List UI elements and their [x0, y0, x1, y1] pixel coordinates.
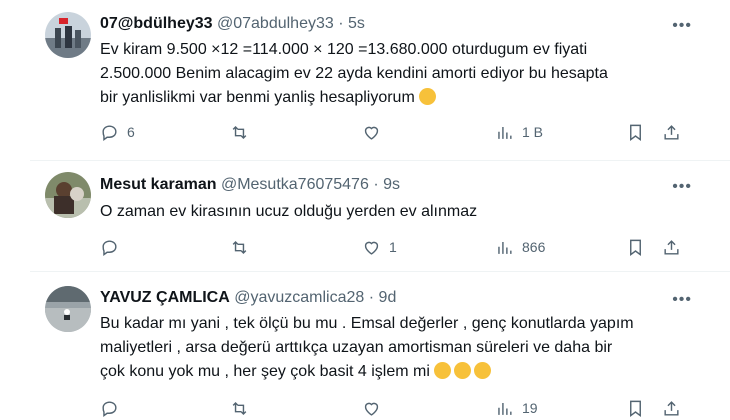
bookmark-button[interactable]: [626, 122, 645, 142]
bookmark-button[interactable]: [626, 237, 645, 257]
share-icon: [664, 124, 679, 140]
timestamp[interactable]: 9d: [379, 289, 397, 306]
grinning-face-emoji-icon: [434, 362, 452, 379]
view-count: 1 B: [522, 124, 544, 140]
heart-icon: [364, 126, 379, 140]
author-name[interactable]: Mesut karaman: [100, 176, 217, 193]
author-handle[interactable]: @07abdulhey33: [217, 15, 334, 32]
grinning-face-emoji-icon: [474, 362, 492, 379]
tweet-2[interactable]: Mesut karaman @Mesutka76075476 · 9s ••• …: [0, 161, 730, 271]
tweet-1[interactable]: 07@bdülhey33 @07abdulhey33 · 5s ••• Ev k…: [0, 0, 730, 160]
reply-button[interactable]: [100, 237, 127, 257]
reply-icon: [102, 124, 117, 141]
tweet-3[interactable]: YAVUZ ÇAMLICA @yavuzcamlica28 · 9d ••• B…: [0, 272, 730, 420]
like-count: 1: [389, 239, 397, 255]
more-options-icon[interactable]: •••: [672, 177, 692, 197]
heart-icon: [364, 241, 379, 255]
tweet-text-line: Bu kadar mı yani , tek ölçü bu mu . Emsa…: [100, 315, 634, 332]
like-button[interactable]: [362, 122, 389, 142]
tweet-text-line: bir yanlislikmi var benmi yanliş hesapli…: [100, 89, 415, 106]
retweet-icon: [232, 240, 247, 254]
share-icon: [664, 239, 679, 255]
more-options-icon[interactable]: •••: [672, 16, 692, 36]
more-options-icon[interactable]: •••: [672, 290, 692, 310]
tweet-text: Ev kiram 9.500 ×12 =114.000 × 120 =13.68…: [100, 38, 690, 110]
action-bar: 6 1 B: [100, 122, 690, 142]
avatar[interactable]: [45, 172, 91, 218]
heart-icon: [364, 402, 379, 416]
avatar[interactable]: [45, 286, 91, 332]
views-chart-icon: [498, 241, 512, 254]
retweet-icon: [232, 401, 247, 415]
like-button[interactable]: [362, 398, 389, 418]
timestamp[interactable]: 5s: [348, 15, 365, 32]
share-button[interactable]: [662, 237, 681, 257]
author-handle[interactable]: @yavuzcamlica28: [234, 289, 364, 306]
share-button[interactable]: [662, 398, 681, 418]
share-button[interactable]: [662, 122, 681, 142]
reply-icon: [102, 400, 117, 417]
retweet-button[interactable]: [230, 122, 257, 142]
reply-icon: [102, 239, 117, 256]
tweet-text-line: çok konu yok mu , her şey çok basit 4 iş…: [100, 363, 430, 380]
thinking-face-emoji-icon: [419, 88, 437, 105]
avatar[interactable]: [45, 12, 91, 58]
view-count: 866: [522, 239, 546, 255]
separator-dot: ·: [368, 289, 375, 306]
separator-dot: ·: [338, 15, 344, 32]
bookmark-icon: [630, 400, 641, 417]
tweet-text-line: Ev kiram 9.500 ×12 =114.000 × 120 =13.68…: [100, 41, 588, 58]
reply-count: 6: [127, 124, 135, 140]
bookmark-icon: [630, 239, 641, 256]
timestamp[interactable]: 9s: [383, 176, 400, 193]
retweet-icon: [232, 125, 247, 139]
retweet-button[interactable]: [230, 398, 257, 418]
bookmark-button[interactable]: [626, 398, 645, 418]
author-handle[interactable]: @Mesutka76075476: [221, 176, 369, 193]
reply-button[interactable]: 6: [100, 122, 135, 142]
author-name[interactable]: 07@bdülhey33: [100, 15, 213, 32]
tweet-text: O zaman ev kirasının ucuz olduğu yerden …: [100, 200, 690, 224]
action-bar: 19: [100, 398, 690, 418]
like-button[interactable]: 1: [362, 237, 397, 257]
separator-dot: ·: [373, 176, 379, 193]
view-count: 19: [522, 400, 538, 416]
grinning-face-emoji-icon: [454, 362, 472, 379]
bookmark-icon: [630, 124, 641, 141]
tweet-text-line: maliyetleri , arsa değerü arttıkça uzaya…: [100, 339, 613, 356]
views-chart-icon: [498, 126, 512, 139]
tweet-text-line: 2.500.000 Benim alacagim ev 22 ayda kend…: [100, 65, 608, 82]
tweet-text-line: O zaman ev kirasının ucuz olduğu yerden …: [100, 203, 478, 220]
action-bar: 1 866: [100, 237, 690, 257]
share-icon: [664, 400, 679, 416]
views-button[interactable]: 19: [495, 398, 538, 418]
views-button[interactable]: 866: [495, 237, 545, 257]
reply-button[interactable]: [100, 398, 127, 418]
retweet-button[interactable]: [230, 237, 257, 257]
author-name[interactable]: YAVUZ ÇAMLICA: [100, 289, 230, 306]
views-button[interactable]: 1 B: [495, 122, 543, 142]
tweet-text: Bu kadar mı yani , tek ölçü bu mu . Emsa…: [100, 312, 690, 384]
views-chart-icon: [498, 402, 512, 415]
